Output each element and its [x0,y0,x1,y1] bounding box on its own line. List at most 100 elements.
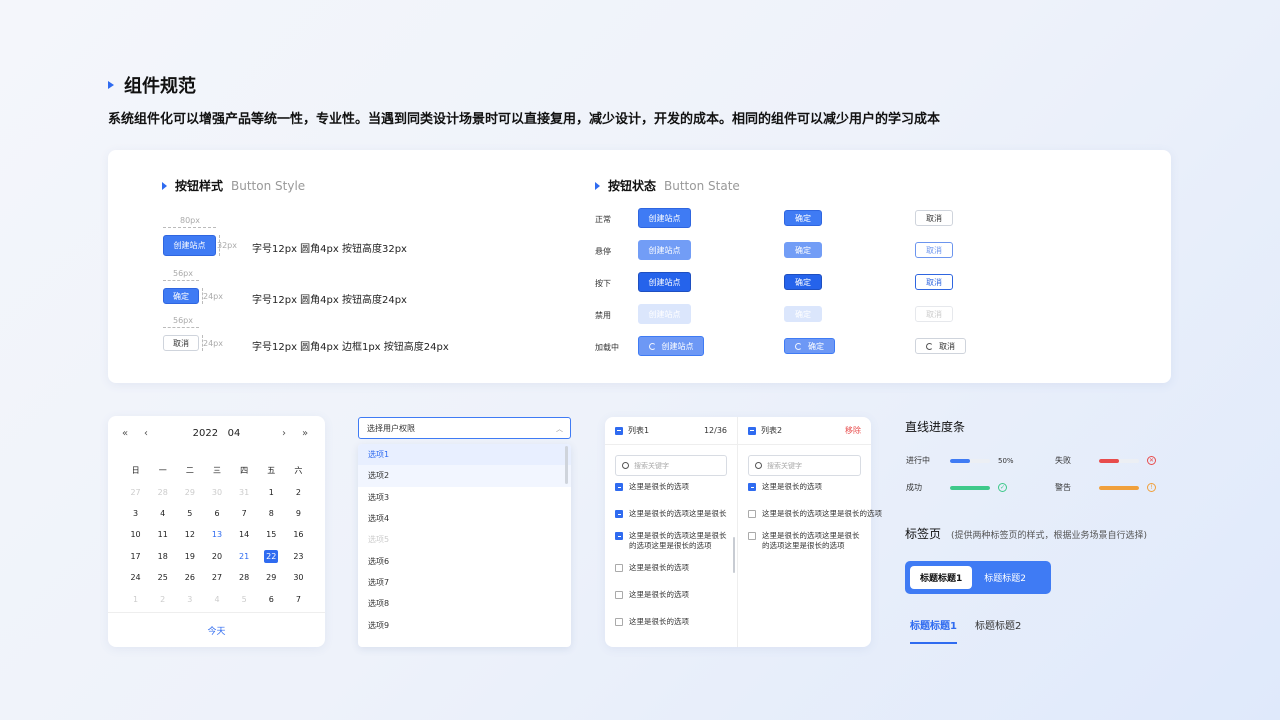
dropdown-scrollbar[interactable] [565,446,568,484]
calendar-day-hovered[interactable]: 13 [203,530,230,539]
line-tab[interactable]: 标题标题2 [975,617,1021,644]
item-checkbox[interactable] [615,564,623,572]
item-checkbox[interactable] [748,510,756,518]
confirm-button-pressed[interactable]: 确定 [784,274,822,290]
transfer-item[interactable]: 这里是很长的选项 [605,482,737,492]
state-label-loading: 加载中 [595,343,619,352]
cancel-button-pressed[interactable]: 取消 [915,274,953,290]
calendar-day[interactable]: 15 [258,530,285,539]
create-site-button-sample[interactable]: 创建站点 [163,235,216,256]
width-dimension-line [163,280,199,281]
segment-tab-active[interactable]: 标题标题1 [910,566,973,589]
calendar-day[interactable]: 30 [285,573,312,582]
select-option[interactable]: 选项7 [358,572,571,593]
select-option[interactable]: 选项8 [358,593,571,614]
transfer-item[interactable]: 这里是很长的选项这里是很长的选项这里是很长的选项 [738,531,871,551]
calendar-day[interactable]: 24 [122,573,149,582]
item-checkbox[interactable] [615,510,623,518]
calendar-day[interactable]: 12 [176,530,203,539]
progress-track [950,458,990,463]
transfer-item[interactable]: 这里是很长的选项这里是很长 [605,509,737,519]
calendar-day[interactable]: 4 [149,509,176,518]
calendar-day-selected[interactable]: 22 [258,549,285,563]
progress-track [1099,458,1139,463]
select-all-checkbox[interactable] [615,426,623,435]
select-option[interactable]: 选项6 [358,550,571,571]
transfer-item[interactable]: 这里是很长的选项 [738,482,871,492]
calendar-day[interactable]: 1 [258,488,285,497]
height-dimension-label: 24px [203,339,223,348]
calendar-day[interactable]: 17 [122,552,149,561]
item-checkbox[interactable] [615,618,623,626]
transfer-search-input[interactable]: 搜索关键字 [748,455,861,476]
confirm-button-loading-label: 确定 [808,341,824,351]
confirm-button-hover[interactable]: 确定 [784,242,822,258]
item-checkbox[interactable] [748,483,756,491]
calendar-day[interactable]: 23 [285,552,312,561]
item-checkbox[interactable] [748,532,756,540]
today-button[interactable]: 今天 [108,612,325,647]
calendar-day[interactable]: 11 [149,530,176,539]
calendar-day[interactable]: 9 [285,509,312,518]
transfer-item[interactable]: 这里是很长的选项 [605,617,737,627]
calendar-day[interactable]: 16 [285,530,312,539]
permission-select[interactable]: 选择用户权限 ︿ [358,417,571,439]
next-year-button[interactable]: » [302,428,308,439]
select-option-hover[interactable]: 选项2 [358,465,571,487]
select-option[interactable]: 选项4 [358,508,571,529]
calendar-month[interactable]: 04 [228,428,241,439]
calendar-day[interactable]: 18 [149,552,176,561]
item-checkbox[interactable] [615,483,623,491]
calendar-day[interactable]: 27 [203,573,230,582]
calendar-day[interactable]: 5 [176,509,203,518]
transfer-item[interactable]: 这里是很长的选项 [605,590,737,600]
select-option[interactable]: 选项3 [358,487,571,508]
line-tab-active[interactable]: 标题标题1 [910,617,957,644]
calendar-day[interactable]: 2 [285,488,312,497]
calendar-day[interactable]: 26 [176,573,203,582]
select-placeholder: 选择用户权限 [367,423,415,433]
button-spec-card: 按钮样式 Button Style 80px 创建站点 32px 字号12px … [108,150,1171,383]
select-all-checkbox[interactable] [748,426,756,435]
state-label-pressed: 按下 [595,279,611,288]
item-checkbox[interactable] [615,532,623,540]
calendar-day[interactable]: 8 [258,509,285,518]
calendar-day[interactable]: 3 [122,509,149,518]
calendar-year[interactable]: 2022 [193,428,218,439]
calendar-day[interactable]: 7 [285,595,312,604]
calendar-day-today[interactable]: 21 [231,552,258,561]
select-option[interactable]: 选项9 [358,614,571,635]
item-checkbox[interactable] [615,591,623,599]
transfer-search-input[interactable]: 搜索关键字 [615,455,727,476]
create-site-button-normal[interactable]: 创建站点 [638,208,691,228]
segment-tab[interactable]: 标题标题2 [980,571,1030,584]
calendar-day[interactable]: 7 [231,509,258,518]
calendar-day[interactable]: 10 [122,530,149,539]
calendar-day[interactable]: 25 [149,573,176,582]
create-site-button-hover[interactable]: 创建站点 [638,240,691,260]
calendar-day[interactable]: 19 [176,552,203,561]
list-scrollbar[interactable] [733,537,735,573]
calendar-day: 27 [130,487,141,497]
calendar-day[interactable]: 6 [258,595,285,604]
transfer-item[interactable]: 这里是很长的选项 [605,563,737,573]
cancel-button-sample[interactable]: 取消 [163,335,199,351]
calendar-week: 3 4 5 6 7 8 9 [122,503,312,524]
calendar-day[interactable]: 29 [258,573,285,582]
confirm-button-sample[interactable]: 确定 [163,288,199,304]
cancel-button-normal[interactable]: 取消 [915,210,953,226]
transfer-list-title: 列表2 [761,426,783,435]
calendar-day[interactable]: 28 [231,573,258,582]
remove-button[interactable]: 移除 [845,425,861,436]
create-site-button-pressed[interactable]: 创建站点 [638,272,691,292]
select-option-selected[interactable]: 选项1 [358,444,571,466]
cancel-button-hover[interactable]: 取消 [915,242,953,258]
confirm-button-normal[interactable]: 确定 [784,210,822,226]
calendar-day[interactable]: 14 [231,530,258,539]
next-month-button[interactable]: › [282,428,286,439]
transfer-item[interactable]: 这里是很长的选项这里是很长的选项这里是很长的选项 [605,531,737,551]
transfer-item[interactable]: 这里是很长的选项这里是很长的选项 [738,509,882,519]
loading-spinner-icon [648,342,656,350]
calendar-day[interactable]: 6 [203,509,230,518]
calendar-day[interactable]: 20 [203,552,230,561]
